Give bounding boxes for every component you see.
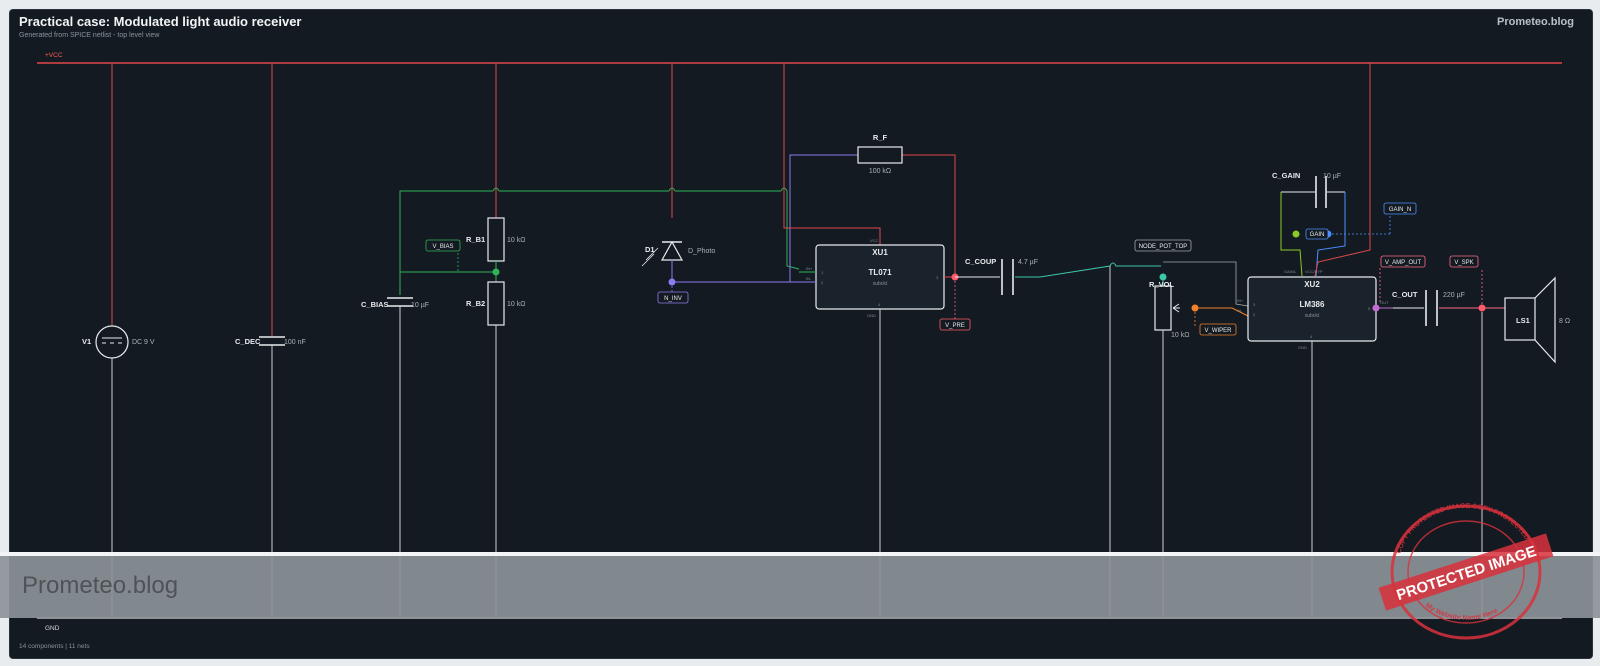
c-dec-name: C_DEC: [235, 337, 261, 346]
v-amp-out-net-tag[interactable]: V_AMP_OUT: [1380, 255, 1426, 268]
xu1-pin-gnd: GND: [867, 313, 876, 318]
ls1-value: 8 Ω: [1559, 318, 1570, 325]
v-spk-node-dot: [1478, 304, 1486, 312]
v-bias-node-dot: [492, 268, 500, 276]
ls1-name: LS1: [1516, 316, 1530, 325]
xu1-pin-in-p: IN+: [806, 266, 813, 271]
c-gain-capacitor[interactable]: [1280, 176, 1346, 277]
xu2-part: LM386: [1300, 300, 1325, 309]
watermark-banner: Prometeo.blog: [0, 552, 1600, 618]
svg-text:PROTECTED IMAGE: PROTECTED IMAGE: [1394, 543, 1538, 604]
xu2-pin-top-right: VCC/BYP: [1305, 269, 1323, 274]
xu2-pin-in-n: IN-: [1237, 308, 1243, 313]
r-b1-resistor[interactable]: [487, 63, 505, 282]
r-b2-name: R_B2: [466, 299, 485, 308]
xu2-name: XU2: [1304, 280, 1320, 289]
r-b1-value: 10 kΩ: [507, 237, 525, 244]
v-wiper-net-tag[interactable]: V_WIPER: [1199, 323, 1237, 336]
c-out-name: C_OUT: [1392, 290, 1418, 299]
v-pre-net-tag[interactable]: V_PRE: [939, 318, 971, 331]
svg-text:V_AMP_OUT: V_AMP_OUT: [1385, 260, 1422, 266]
v-wiper-node-dot: [1191, 304, 1199, 312]
xu2-pin-top-left: GAIN1: [1284, 269, 1297, 274]
c-gain-name: C_GAIN: [1272, 171, 1300, 180]
svg-text:N_INV: N_INV: [664, 296, 682, 302]
c-gain-value: 10 µF: [1323, 173, 1341, 180]
xu1-part: TL071: [868, 268, 892, 277]
protected-image-stamp: COPY PROTECTED IMAGE COPY PROTECTED My W…: [1378, 503, 1554, 640]
xu1-vcc-wire: [783, 63, 881, 245]
pot-top-wire: [1163, 261, 1249, 307]
xu1-pin-in-n: IN-: [806, 276, 812, 281]
xu1-name: XU1: [872, 248, 888, 257]
xu1-pin-vcc: VCC: [870, 238, 879, 243]
r-f-value: 100 kΩ: [869, 168, 891, 175]
r-f-name: R_F: [873, 133, 888, 142]
n-inv-net-tag[interactable]: N_INV: [657, 291, 689, 304]
r-f-resistor[interactable]: [857, 146, 903, 164]
watermark-banner-text: Prometeo.blog: [22, 572, 179, 599]
xu2-vcc-wire: [1314, 63, 1371, 277]
ls1-speaker[interactable]: [1504, 276, 1556, 364]
r-vol-value: 10 kΩ: [1171, 332, 1189, 339]
c-bias-value: 10 µF: [411, 302, 429, 309]
svg-text:V_WIPER: V_WIPER: [1204, 328, 1232, 334]
c-bias-name: C_BIAS: [361, 300, 389, 309]
r-b1-name: R_B1: [466, 235, 485, 244]
d1-name: D1: [645, 245, 655, 254]
xu2-pin-in-p: IN+: [1237, 298, 1244, 303]
v1-source[interactable]: [95, 63, 129, 618]
v1-value: DC 9 V: [132, 339, 155, 346]
xu2-pin-out: OUT: [1380, 300, 1389, 305]
c-dec-capacitor[interactable]: [259, 63, 285, 618]
node-pot-top-net-tag[interactable]: NODE_POT_TOP: [1134, 239, 1192, 252]
svg-text:V_PRE: V_PRE: [945, 323, 965, 329]
gain-n-net-tag[interactable]: GAIN_N: [1383, 202, 1417, 215]
r-vol-name: R_VOL: [1149, 280, 1174, 289]
v-amp-out-node-dot: [1372, 304, 1380, 312]
c-coup-value: 4.7 µF: [1018, 259, 1038, 266]
r-b2-value: 10 kΩ: [507, 301, 525, 308]
d1-value: D_Photo: [688, 248, 715, 255]
svg-text:NODE_POT_TOP: NODE_POT_TOP: [1139, 244, 1188, 250]
svg-text:GAIN_N: GAIN_N: [1389, 207, 1411, 213]
svg-text:V_BIAS: V_BIAS: [432, 244, 453, 250]
v-bias-net-tag[interactable]: V_BIAS: [425, 239, 461, 252]
v1-name: V1: [82, 337, 91, 346]
c-coup-name: C_COUP: [965, 257, 996, 266]
xu1-kind: subckt: [873, 281, 888, 287]
svg-text:GAIN: GAIN: [1310, 232, 1325, 238]
c-dec-value: 100 nF: [284, 339, 306, 346]
xu2-pin-gnd: GND: [1298, 345, 1307, 350]
svg-text:V_SPK: V_SPK: [1454, 260, 1473, 266]
gain-node-dot-green: [1292, 230, 1300, 238]
c-out-value: 220 µF: [1443, 292, 1465, 299]
gnd-rail-label: GND: [45, 625, 60, 632]
xu2-kind: subckt: [1305, 313, 1320, 319]
v-spk-net-tag[interactable]: V_SPK: [1449, 255, 1479, 268]
vcc-rail-label: +VCC: [45, 52, 63, 59]
gain-net-tag[interactable]: GAIN: [1305, 228, 1329, 240]
